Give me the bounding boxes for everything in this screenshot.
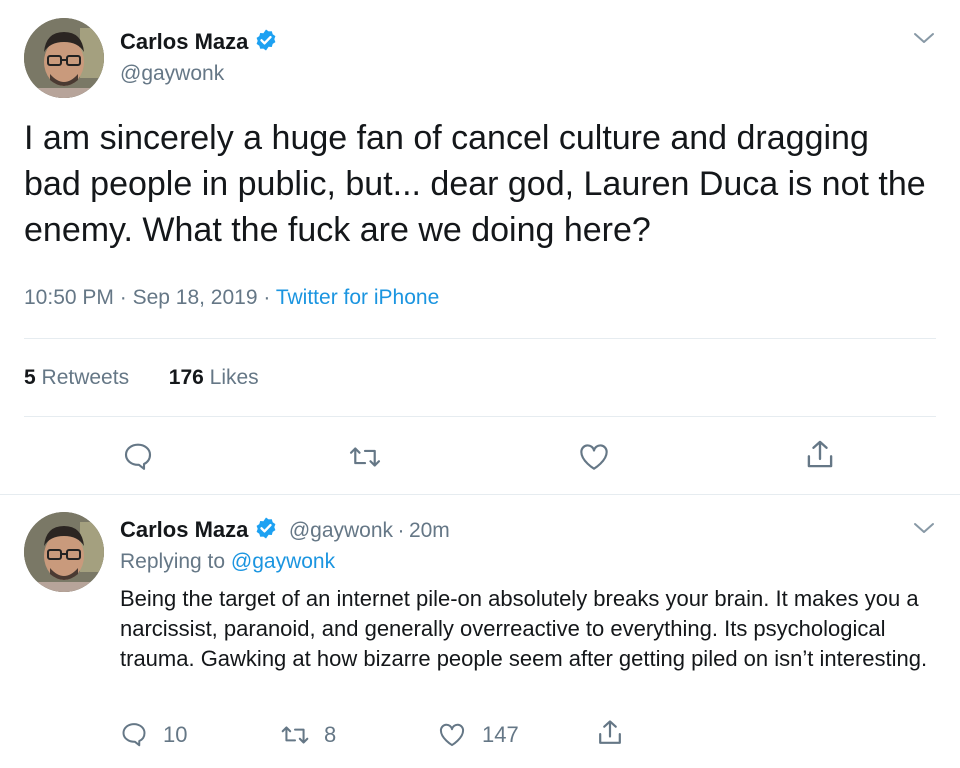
reply-icon[interactable] bbox=[120, 720, 148, 748]
reply-timestamp[interactable]: 20m bbox=[409, 519, 450, 542]
tweet-author-row: Carlos Maza bbox=[120, 28, 278, 55]
meta-separator: · bbox=[263, 286, 271, 309]
tweet-text: I am sincerely a huge fan of cancel cult… bbox=[24, 119, 926, 249]
share-icon[interactable] bbox=[596, 718, 624, 748]
chevron-down-icon[interactable] bbox=[912, 30, 936, 46]
reply-icon[interactable] bbox=[122, 440, 154, 472]
likes-label: Likes bbox=[209, 366, 259, 389]
author-handle[interactable]: @gaywonk bbox=[120, 62, 224, 86]
like-count: 147 bbox=[482, 722, 519, 747]
retweets-count: 5 bbox=[24, 366, 36, 389]
tweet-time[interactable]: 10:50 PM bbox=[24, 286, 114, 309]
heart-icon[interactable] bbox=[438, 721, 466, 747]
retweet-icon[interactable] bbox=[280, 722, 310, 748]
avatar[interactable] bbox=[24, 18, 104, 98]
avatar[interactable] bbox=[24, 512, 104, 592]
author-name[interactable]: Carlos Maza bbox=[120, 29, 248, 54]
author-name[interactable]: Carlos Maza bbox=[120, 517, 248, 542]
meta-separator: · bbox=[397, 519, 405, 542]
verified-badge-icon bbox=[254, 28, 278, 52]
reply-text: Being the target of an internet pile-on … bbox=[120, 586, 928, 671]
tweet-date[interactable]: Sep 18, 2019 bbox=[133, 286, 258, 309]
retweets-label: Retweets bbox=[41, 366, 130, 389]
retweet-count: 8 bbox=[324, 722, 337, 747]
author-handle[interactable]: @gaywonk bbox=[289, 519, 393, 542]
meta-separator: · bbox=[119, 286, 127, 309]
chevron-down-icon[interactable] bbox=[912, 520, 936, 536]
tweet-stats: 5 Retweets 176 Likes bbox=[24, 366, 259, 390]
reply-author-row: Carlos Maza @gaywonk · 20m bbox=[120, 516, 450, 543]
divider bbox=[24, 416, 936, 417]
verified-badge-icon bbox=[254, 516, 278, 540]
heart-icon[interactable] bbox=[578, 441, 610, 471]
likes-count: 176 bbox=[168, 366, 204, 389]
reply-count: 10 bbox=[163, 722, 188, 747]
replying-to-label: Replying to bbox=[120, 550, 226, 573]
retweets-stat[interactable]: 5 Retweets bbox=[24, 366, 129, 389]
divider bbox=[0, 494, 960, 495]
retweet-icon[interactable] bbox=[348, 442, 382, 472]
replying-to: Replying to @gaywonk bbox=[120, 550, 335, 574]
share-icon[interactable] bbox=[804, 438, 836, 472]
likes-stat[interactable]: 176 Likes bbox=[169, 366, 259, 389]
divider bbox=[24, 338, 936, 339]
tweet-meta: 10:50 PM · Sep 18, 2019 · Twitter for iP… bbox=[24, 286, 439, 310]
tweet-source-link[interactable]: Twitter for iPhone bbox=[276, 286, 439, 309]
replying-to-handle[interactable]: @gaywonk bbox=[231, 550, 335, 573]
